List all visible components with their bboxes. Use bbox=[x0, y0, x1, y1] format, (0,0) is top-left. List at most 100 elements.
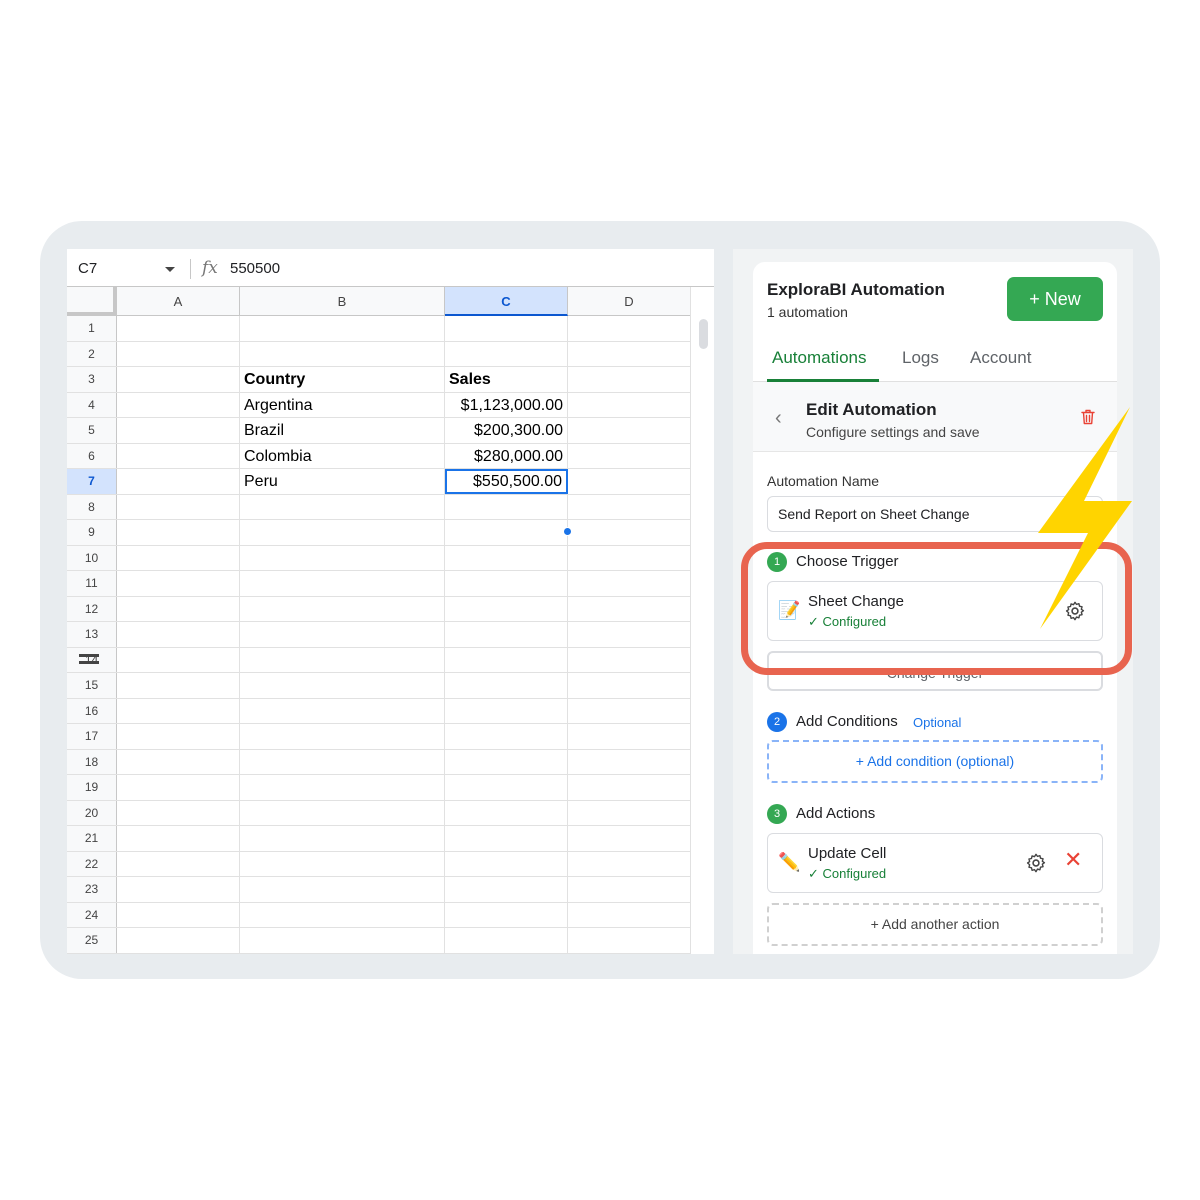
cell-a3[interactable] bbox=[117, 367, 240, 392]
scrollbar-thumb[interactable] bbox=[699, 319, 708, 349]
row-header[interactable]: 4 bbox=[67, 392, 117, 417]
cell-b12[interactable] bbox=[240, 596, 445, 621]
cell-b9[interactable] bbox=[240, 520, 445, 545]
cell-d20[interactable] bbox=[568, 800, 691, 825]
cell-c10[interactable] bbox=[445, 545, 568, 570]
cell-a6[interactable] bbox=[117, 443, 240, 468]
row-header[interactable]: 13 bbox=[67, 622, 117, 647]
row-header[interactable]: 20 bbox=[67, 800, 117, 825]
cell-c12[interactable] bbox=[445, 596, 568, 621]
cell-a12[interactable] bbox=[117, 596, 240, 621]
cell-c17[interactable] bbox=[445, 724, 568, 749]
cell-d5[interactable] bbox=[568, 418, 691, 443]
cell-b4[interactable]: Argentina bbox=[240, 392, 445, 417]
cell-b19[interactable] bbox=[240, 775, 445, 800]
cell-b20[interactable] bbox=[240, 800, 445, 825]
row-header[interactable]: 18 bbox=[67, 749, 117, 774]
cell-d23[interactable] bbox=[568, 877, 691, 902]
cell-b3[interactable]: Country bbox=[240, 367, 445, 392]
cell-b25[interactable] bbox=[240, 928, 445, 953]
cell-c25[interactable] bbox=[445, 928, 568, 953]
cell-a11[interactable] bbox=[117, 571, 240, 596]
row-header[interactable]: 16 bbox=[67, 698, 117, 723]
row-header[interactable]: 15 bbox=[67, 673, 117, 698]
cell-c13[interactable] bbox=[445, 622, 568, 647]
cell-a19[interactable] bbox=[117, 775, 240, 800]
cell-b6[interactable]: Colombia bbox=[240, 443, 445, 468]
cell-d16[interactable] bbox=[568, 698, 691, 723]
cell-b22[interactable] bbox=[240, 851, 445, 876]
row-header[interactable]: 24 bbox=[67, 902, 117, 927]
cell-a17[interactable] bbox=[117, 724, 240, 749]
cell-c18[interactable] bbox=[445, 749, 568, 774]
row-header[interactable]: 8 bbox=[67, 494, 117, 519]
cell-c22[interactable] bbox=[445, 851, 568, 876]
row-header[interactable]: 22 bbox=[67, 851, 117, 876]
cell-c21[interactable] bbox=[445, 826, 568, 851]
cell-a4[interactable] bbox=[117, 392, 240, 417]
row-header[interactable]: 25 bbox=[67, 928, 117, 953]
row-header[interactable]: 23 bbox=[67, 877, 117, 902]
fill-handle[interactable] bbox=[563, 527, 572, 536]
cell-c8[interactable] bbox=[445, 494, 568, 519]
cell-c16[interactable] bbox=[445, 698, 568, 723]
cell-c5[interactable]: $200,300.00 bbox=[445, 418, 568, 443]
name-box[interactable]: C7 bbox=[78, 260, 97, 277]
tab-logs[interactable]: Logs bbox=[902, 348, 939, 368]
cell-b2[interactable] bbox=[240, 341, 445, 366]
cell-a7[interactable] bbox=[117, 469, 240, 494]
row-header[interactable]: 17 bbox=[67, 724, 117, 749]
row-header[interactable]: 3 bbox=[67, 367, 117, 392]
row-header[interactable]: 21 bbox=[67, 826, 117, 851]
tab-account[interactable]: Account bbox=[970, 348, 1031, 368]
cell-a21[interactable] bbox=[117, 826, 240, 851]
cell-c4[interactable]: $1,123,000.00 bbox=[445, 392, 568, 417]
back-chevron-icon[interactable]: ‹ bbox=[775, 407, 782, 430]
cell-d25[interactable] bbox=[568, 928, 691, 953]
tab-automations[interactable]: Automations bbox=[772, 348, 867, 368]
cell-b14[interactable] bbox=[240, 647, 445, 672]
cell-a14[interactable] bbox=[117, 647, 240, 672]
row-header[interactable]: 10 bbox=[67, 545, 117, 570]
cell-d3[interactable] bbox=[568, 367, 691, 392]
cell-b8[interactable] bbox=[240, 494, 445, 519]
cell-d6[interactable] bbox=[568, 443, 691, 468]
add-condition-button[interactable]: + Add condition (optional) bbox=[767, 740, 1103, 783]
cell-d14[interactable] bbox=[568, 647, 691, 672]
formula-input[interactable]: 550500 bbox=[230, 260, 280, 277]
new-automation-button[interactable]: + New bbox=[1007, 277, 1103, 321]
cell-b5[interactable]: Brazil bbox=[240, 418, 445, 443]
cell-d7[interactable] bbox=[568, 469, 691, 494]
cell-a25[interactable] bbox=[117, 928, 240, 953]
add-action-button[interactable]: + Add another action bbox=[767, 903, 1103, 946]
cell-b17[interactable] bbox=[240, 724, 445, 749]
select-all-corner[interactable] bbox=[67, 287, 117, 316]
cell-b15[interactable] bbox=[240, 673, 445, 698]
cell-a10[interactable] bbox=[117, 545, 240, 570]
row-header[interactable]: 1 bbox=[67, 316, 117, 341]
column-header-b[interactable]: B bbox=[240, 287, 445, 316]
column-header-d[interactable]: D bbox=[568, 287, 691, 316]
cell-a8[interactable] bbox=[117, 494, 240, 519]
cell-d4[interactable] bbox=[568, 392, 691, 417]
cell-a18[interactable] bbox=[117, 749, 240, 774]
cell-a13[interactable] bbox=[117, 622, 240, 647]
row-header[interactable]: 9 bbox=[67, 520, 117, 545]
cell-c23[interactable] bbox=[445, 877, 568, 902]
column-header-c[interactable]: C bbox=[445, 287, 568, 316]
freeze-handle[interactable] bbox=[79, 653, 99, 657]
cell-b23[interactable] bbox=[240, 877, 445, 902]
cell-a16[interactable] bbox=[117, 698, 240, 723]
cell-b7[interactable]: Peru bbox=[240, 469, 445, 494]
cell-a1[interactable] bbox=[117, 316, 240, 341]
cell-c9[interactable] bbox=[445, 520, 568, 545]
cell-d21[interactable] bbox=[568, 826, 691, 851]
cell-d12[interactable] bbox=[568, 596, 691, 621]
cell-c14[interactable] bbox=[445, 647, 568, 672]
cell-a22[interactable] bbox=[117, 851, 240, 876]
cell-d15[interactable] bbox=[568, 673, 691, 698]
row-header[interactable]: 2 bbox=[67, 341, 117, 366]
cell-d9[interactable] bbox=[568, 520, 691, 545]
cell-d13[interactable] bbox=[568, 622, 691, 647]
cell-a5[interactable] bbox=[117, 418, 240, 443]
